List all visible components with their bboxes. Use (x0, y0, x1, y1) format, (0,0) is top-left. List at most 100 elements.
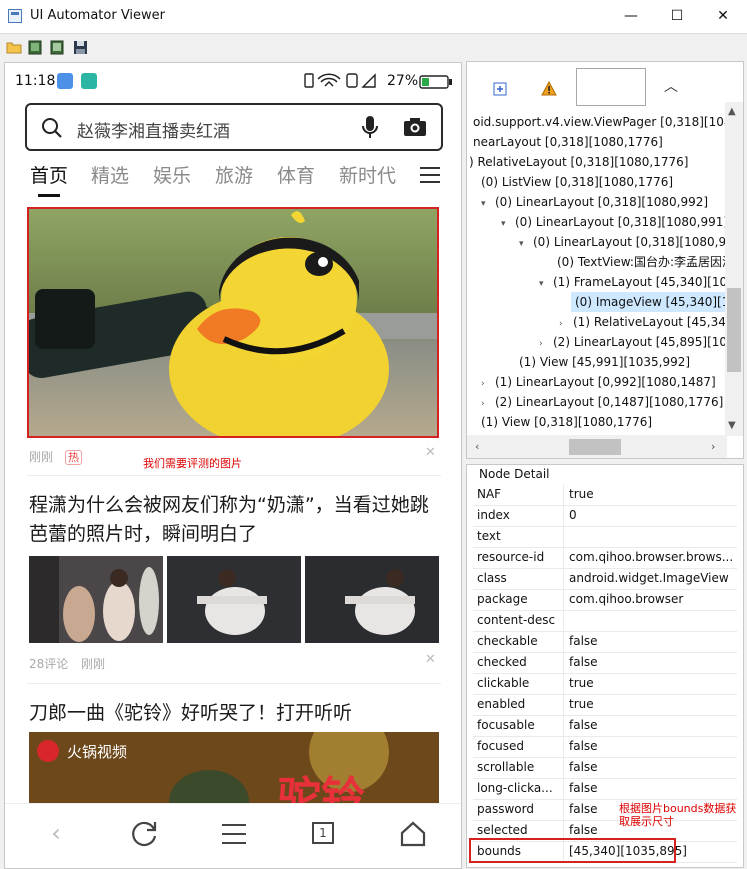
tree-node[interactable]: (1) View [0,318][1080,1776] (481, 412, 652, 432)
tree-node-row[interactable]: › (2) LinearLayout [0,1487][1080,1776] (481, 392, 723, 412)
bounds-highlight (469, 838, 676, 863)
dismiss-icon[interactable]: ✕ (425, 445, 436, 460)
video-thumbnail[interactable]: 火锅视频 驼铃 (29, 732, 439, 804)
tabs-count-button[interactable]: 1 (312, 822, 334, 844)
device-screenshot-panel[interactable]: 11:18 27% 赵薇李湘直播卖红酒 首页 精选 娱乐 旅游 体育 新时代 刚… (4, 62, 462, 869)
chevron-right-icon[interactable]: › (559, 314, 573, 334)
dismiss-icon[interactable]: ✕ (425, 652, 436, 667)
detail-row[interactable]: content-desc (473, 610, 737, 632)
detail-value: false (569, 781, 598, 795)
scroll-thumb[interactable] (727, 288, 741, 372)
device-screenshot-icon[interactable] (28, 40, 44, 55)
scroll-thumb[interactable] (569, 439, 621, 455)
maximize-button[interactable]: ☐ (654, 0, 700, 33)
warning-icon[interactable] (541, 81, 557, 96)
detail-row[interactable]: enabled true (473, 694, 737, 716)
chevron-down-icon[interactable]: ▾ (519, 234, 533, 254)
tree-vertical-scrollbar[interactable]: ▲ ▼ (725, 102, 743, 436)
tree-node[interactable]: (1) RelativeLayout [45,340 (573, 315, 733, 329)
tab-home[interactable]: 首页 (30, 161, 68, 188)
scroll-left-icon[interactable]: ‹ (475, 440, 479, 453)
detail-row[interactable]: NAF true (473, 484, 737, 506)
tree-node[interactable]: (1) View [45,991][1035,992] (519, 352, 690, 372)
chevron-right-icon[interactable]: › (481, 394, 495, 414)
chevron-down-icon[interactable]: ▾ (539, 274, 553, 294)
detail-row[interactable]: checked false (473, 652, 737, 674)
tree-node[interactable]: oid.support.v4.view.ViewPager [0,318][10… (473, 112, 743, 132)
featured-image[interactable] (27, 207, 439, 438)
app-icon (8, 9, 22, 23)
microphone-icon[interactable] (361, 115, 379, 141)
tab-featured[interactable]: 精选 (91, 161, 129, 188)
refresh-icon[interactable] (131, 820, 159, 848)
detail-value: false (569, 634, 598, 648)
tree-node-row[interactable]: › (1) RelativeLayout [45,340 (559, 312, 733, 332)
article-headline[interactable]: 刀郎一曲《驼铃》好听哭了！打开听听 (29, 699, 439, 728)
home-icon[interactable] (399, 820, 427, 848)
tree-node-row[interactable]: ▾ (1) FrameLayout [45,340][103 (539, 272, 735, 292)
detail-row[interactable]: clickable true (473, 673, 737, 695)
scroll-down-icon[interactable]: ▼ (728, 420, 736, 431)
detail-row[interactable]: text (473, 526, 737, 548)
tab-sports[interactable]: 体育 (277, 161, 315, 188)
tree-node[interactable]: (1) FrameLayout [45,340][103 (553, 275, 735, 289)
article-thumbnail-2[interactable] (167, 556, 301, 643)
tab-new-era[interactable]: 新时代 (339, 161, 396, 188)
tree-node-row[interactable]: › (2) LinearLayout [45,895][10 (539, 332, 727, 352)
tree-node-selected[interactable]: (0) ImageView [45,340][1 (571, 292, 734, 312)
tree-node[interactable]: (0) LinearLayout [0,318][1080,991] (515, 215, 728, 229)
detail-row[interactable]: focusable false (473, 715, 737, 737)
tree-node[interactable]: (0) LinearLayout [0,318][1080,99 (533, 235, 734, 249)
tree-node[interactable]: (1) LinearLayout [0,992][1080,1487] (495, 375, 716, 389)
tree-node[interactable]: (2) LinearLayout [45,895][10 (553, 335, 727, 349)
search-input[interactable]: 赵薇李湘直播卖红酒 (77, 117, 230, 142)
save-icon[interactable] (73, 40, 89, 55)
search-box[interactable]: 赵薇李湘直播卖红酒 (25, 103, 443, 151)
detail-row[interactable]: index 0 (473, 505, 737, 527)
tree-node[interactable]: (0) LinearLayout [0,318][1080,992] (495, 195, 708, 209)
tree-node-row[interactable]: › (1) LinearLayout [0,992][1080,1487] (481, 372, 716, 392)
tree-node-row[interactable]: ▾ (0) LinearLayout [0,318][1080,992] (481, 192, 708, 212)
hierarchy-tree-panel: ︿ oid.support.v4.view.ViewPager [0,318][… (466, 61, 744, 459)
camera-icon[interactable] (403, 117, 427, 137)
detail-row[interactable]: long-clicka... false (473, 778, 737, 800)
detail-row[interactable]: checkable false (473, 631, 737, 653)
chevron-right-icon[interactable]: › (481, 374, 495, 394)
tree-node-row[interactable]: ▾ (0) LinearLayout [0,318][1080,99 (519, 232, 734, 252)
open-folder-icon[interactable] (6, 40, 22, 55)
detail-value: false (569, 718, 598, 732)
tab-travel[interactable]: 旅游 (215, 161, 253, 188)
rubber-duck-photo (29, 209, 437, 436)
detail-row[interactable]: scrollable false (473, 757, 737, 779)
scroll-right-icon[interactable]: › (711, 440, 715, 453)
tree-node[interactable]: ) RelativeLayout [0,318][1080,1776] (469, 152, 688, 172)
tab-entertainment[interactable]: 娱乐 (153, 161, 191, 188)
tree-node[interactable]: (0) TextView:国台办:李孟居因涉 (557, 252, 734, 272)
minimize-button[interactable]: — (608, 0, 654, 33)
chevron-up-icon[interactable]: ︿ (664, 76, 678, 96)
tree-node[interactable]: (2) LinearLayout [0,1487][1080,1776] (495, 395, 723, 409)
detail-row[interactable]: resource-id com.qihoo.browser.brows... (473, 547, 737, 569)
tree-horizontal-scrollbar[interactable]: ‹ › (467, 435, 727, 458)
bottom-nav: ‹ 1 (5, 803, 461, 868)
close-button[interactable]: ✕ (700, 0, 746, 33)
detail-row[interactable]: package com.qihoo.browser (473, 589, 737, 611)
article-thumbnail-1[interactable] (29, 556, 163, 643)
tree-node[interactable]: nearLayout [0,318][1080,1776] (473, 132, 663, 152)
device-screenshot-compressed-icon[interactable] (50, 40, 66, 55)
chevron-right-icon[interactable]: › (539, 334, 553, 354)
chevron-down-icon[interactable]: ▾ (501, 214, 515, 234)
tree-node[interactable]: (0) ListView [0,318][1080,1776] (481, 172, 673, 192)
article-headline[interactable]: 程潇为什么会被网友们称为“奶潇”，当看过她跳芭蕾的照片时，瞬间明白了 (29, 491, 439, 549)
search-node-input[interactable] (576, 68, 646, 106)
menu-icon[interactable] (419, 165, 441, 185)
detail-row[interactable]: class android.widget.ImageView (473, 568, 737, 590)
expand-all-icon[interactable] (493, 82, 507, 96)
tree-node-row[interactable]: ▾ (0) LinearLayout [0,318][1080,991] (501, 212, 728, 232)
article-thumbnail-3[interactable] (305, 556, 439, 643)
scroll-up-icon[interactable]: ▲ (728, 106, 736, 117)
menu-lines-icon[interactable] (221, 822, 247, 846)
chevron-down-icon[interactable]: ▾ (481, 194, 495, 214)
back-icon[interactable]: ‹ (41, 818, 71, 848)
detail-row[interactable]: focused false (473, 736, 737, 758)
